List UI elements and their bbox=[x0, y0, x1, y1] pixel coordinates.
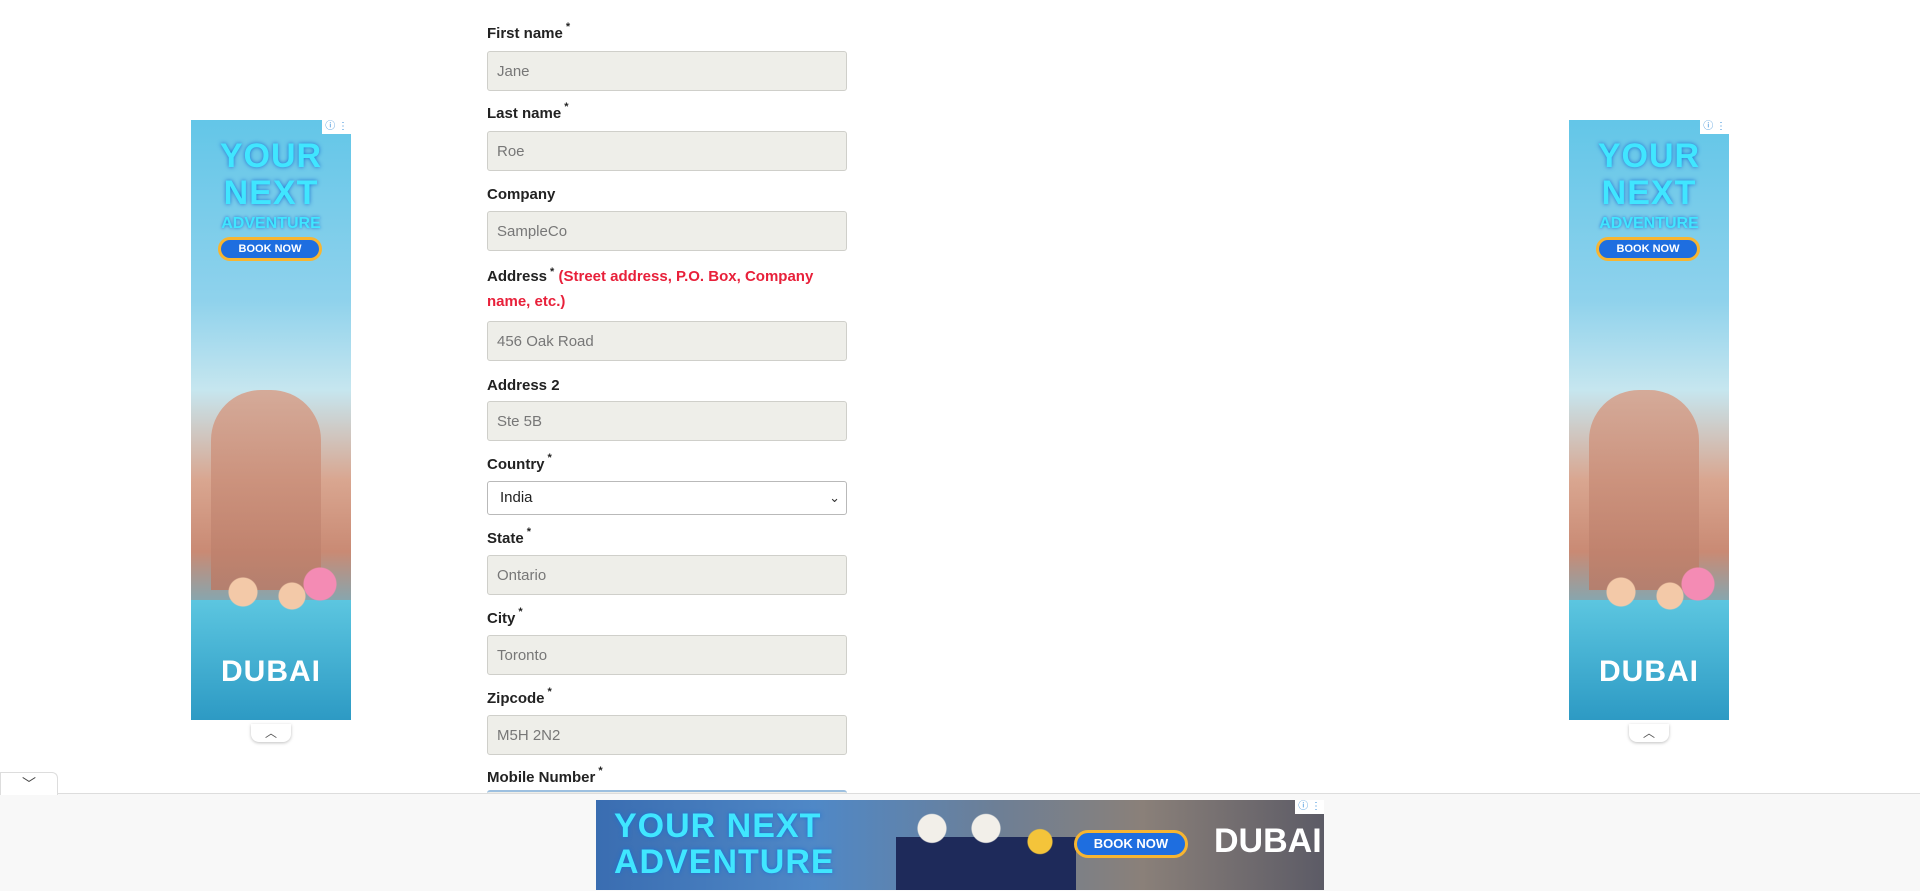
ad-kids-image bbox=[201, 560, 341, 640]
bottom-ad-collapse-button[interactable]: ﹀ bbox=[0, 772, 58, 795]
ad-info-icon[interactable]: ⓘ ⋮ bbox=[1295, 800, 1324, 814]
zipcode-label: Zipcode * bbox=[487, 686, 552, 707]
bottom-banner-ad[interactable]: YOUR NEXT ADVENTURE BOOK NOW DUBAI ⓘ ⋮ bbox=[596, 800, 1324, 890]
chevron-up-icon: ︿ bbox=[1642, 726, 1655, 740]
ad-brand-logo: DUBAI bbox=[221, 655, 321, 688]
company-input[interactable] bbox=[487, 211, 847, 251]
ad-info-icon[interactable]: ⓘ ⋮ bbox=[322, 120, 351, 134]
first-name-input[interactable] bbox=[487, 51, 847, 91]
left-ad-collapse-button[interactable]: ︿ bbox=[251, 724, 291, 742]
address-input[interactable] bbox=[487, 321, 847, 361]
right-side-ad[interactable]: YOUR NEXT ADVENTURE BOOK NOW DUBAI ⓘ ⋮ bbox=[1569, 120, 1729, 720]
ad-headline: YOUR NEXT ADVENTURE bbox=[614, 807, 835, 881]
company-label: Company bbox=[487, 186, 556, 203]
ad-brand-logo: DUBAI bbox=[1599, 655, 1699, 688]
ad-info-icon[interactable]: ⓘ ⋮ bbox=[1700, 120, 1729, 134]
zipcode-input[interactable] bbox=[487, 715, 847, 755]
country-selected-value: India bbox=[500, 489, 533, 506]
ad-brand-logo: DUBAI bbox=[1214, 822, 1322, 860]
left-side-ad[interactable]: YOUR NEXT ADVENTURE BOOK NOW DUBAI ⓘ ⋮ bbox=[191, 120, 351, 720]
ad-people-image bbox=[896, 802, 1076, 890]
address2-input[interactable] bbox=[487, 401, 847, 441]
first-name-label: First name * bbox=[487, 21, 571, 42]
chevron-down-icon: ﹀ bbox=[22, 776, 36, 792]
ad-headline: YOUR NEXT bbox=[1597, 137, 1701, 212]
address2-label: Address 2 bbox=[487, 377, 560, 394]
ad-book-now-button[interactable]: BOOK NOW bbox=[1074, 830, 1188, 858]
city-input[interactable] bbox=[487, 635, 847, 675]
ad-headline: YOUR NEXT bbox=[219, 137, 323, 212]
last-name-input[interactable] bbox=[487, 131, 847, 171]
right-ad-collapse-button[interactable]: ︿ bbox=[1629, 724, 1669, 742]
chevron-down-icon: ⌄ bbox=[829, 490, 840, 505]
ad-subheadline: ADVENTURE bbox=[221, 215, 321, 232]
ad-book-now-button[interactable]: BOOK NOW bbox=[218, 237, 322, 261]
last-name-label: Last name * bbox=[487, 101, 569, 122]
ad-subheadline: ADVENTURE bbox=[1599, 215, 1699, 232]
address-label: Address * (Street address, P.O. Box, Comp… bbox=[487, 266, 814, 310]
country-label: Country * bbox=[487, 452, 552, 473]
mobile-label: Mobile Number * bbox=[487, 765, 603, 786]
state-label: State * bbox=[487, 526, 531, 547]
ad-book-now-button[interactable]: BOOK NOW bbox=[1596, 237, 1700, 261]
country-select[interactable]: India ⌄ bbox=[487, 481, 847, 515]
chevron-up-icon: ︿ bbox=[264, 726, 277, 740]
state-input[interactable] bbox=[487, 555, 847, 595]
ad-kids-image bbox=[1579, 560, 1719, 640]
city-label: City * bbox=[487, 606, 523, 627]
